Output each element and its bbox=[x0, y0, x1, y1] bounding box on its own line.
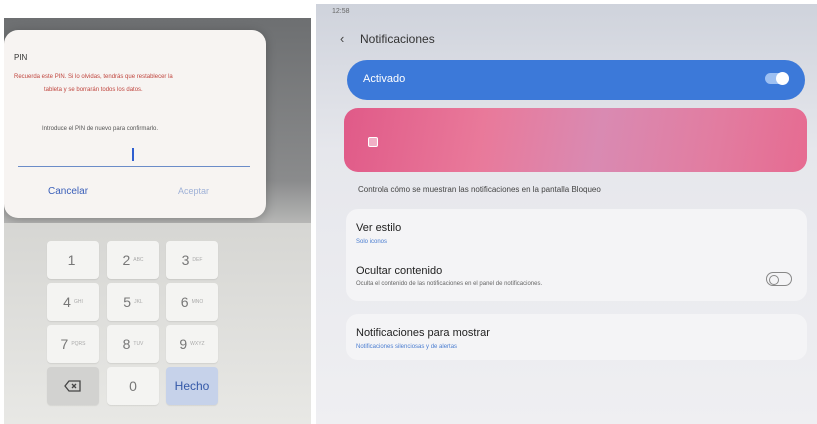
pin-dialog-title: PIN bbox=[14, 53, 28, 62]
pin-warning-line-2: tableta y se borrarán todos los datos. bbox=[44, 87, 143, 93]
notifications-settings-photo: 12:58 ‹ Notificaciones Activado Controla… bbox=[316, 4, 817, 424]
key-2[interactable]: 2 ABC bbox=[107, 241, 159, 279]
key-1[interactable]: 1 bbox=[47, 241, 99, 279]
back-arrow-icon[interactable]: ‹ bbox=[340, 31, 344, 46]
key-0[interactable]: 0 bbox=[107, 367, 159, 405]
ocultar-contenido-switch[interactable] bbox=[766, 272, 792, 286]
pin-input-field[interactable] bbox=[18, 142, 250, 167]
notificaciones-para-mostrar-title: Notificaciones para mostrar bbox=[356, 327, 490, 339]
master-toggle-bar[interactable]: Activado bbox=[347, 60, 805, 100]
key-3[interactable]: 3 DEF bbox=[166, 241, 218, 279]
accept-button[interactable]: Aceptar bbox=[178, 186, 209, 196]
text-cursor bbox=[132, 148, 134, 161]
status-bar-time: 12:58 bbox=[332, 8, 350, 15]
master-toggle-label: Activado bbox=[363, 73, 406, 85]
key-7[interactable]: 7 PQRS bbox=[47, 325, 99, 363]
notification-icon-preview bbox=[368, 137, 378, 147]
ver-estilo-subtitle: Solo iconos bbox=[356, 239, 388, 245]
pin-dialog: PIN Recuerda este PIN. Si lo olvidas, te… bbox=[4, 30, 266, 218]
ocultar-contenido-title: Ocultar contenido bbox=[356, 265, 443, 277]
key-4[interactable]: 4 GHI bbox=[47, 283, 99, 321]
backspace-key[interactable] bbox=[47, 367, 99, 405]
key-5[interactable]: 5 JKL bbox=[107, 283, 159, 321]
ocultar-contenido-subtitle: Oculta el contenido de las notificacione… bbox=[356, 281, 543, 287]
lock-screen-description: Controla cómo se muestran las notificaci… bbox=[358, 185, 601, 194]
key-9[interactable]: 9 WXYZ bbox=[166, 325, 218, 363]
switch-knob bbox=[769, 275, 779, 285]
pin-screen-photo: PIN Recuerda este PIN. Si lo olvidas, te… bbox=[4, 18, 311, 424]
key-6[interactable]: 6 MNO bbox=[166, 283, 218, 321]
switch-knob bbox=[776, 72, 789, 85]
key-8[interactable]: 8 TUV bbox=[107, 325, 159, 363]
notificaciones-para-mostrar-subtitle: Notificaciones silenciosas y de alertas bbox=[356, 344, 458, 350]
notificaciones-para-mostrar-row[interactable]: Notificaciones para mostrar Notificacion… bbox=[346, 314, 807, 360]
master-switch[interactable] bbox=[765, 72, 789, 85]
pin-warning-line-1: Recuerda este PIN. Si lo olvidas, tendrá… bbox=[14, 74, 173, 80]
cancel-button[interactable]: Cancelar bbox=[48, 186, 88, 197]
screen-title: Notificaciones bbox=[360, 32, 435, 46]
pin-instruction: Introduce el PIN de nuevo para confirmar… bbox=[42, 126, 159, 132]
lock-screen-preview bbox=[344, 108, 807, 172]
done-key[interactable]: Hecho bbox=[166, 367, 218, 405]
settings-card: Ver estilo Solo iconos Ocultar contenido… bbox=[346, 209, 807, 301]
ver-estilo-title: Ver estilo bbox=[356, 222, 402, 234]
backspace-icon bbox=[64, 380, 81, 392]
numeric-keypad: 1 2 ABC 3 DEF 4 GHI 5 JKL 6 MNO 7 PQRS 8 bbox=[4, 223, 311, 424]
